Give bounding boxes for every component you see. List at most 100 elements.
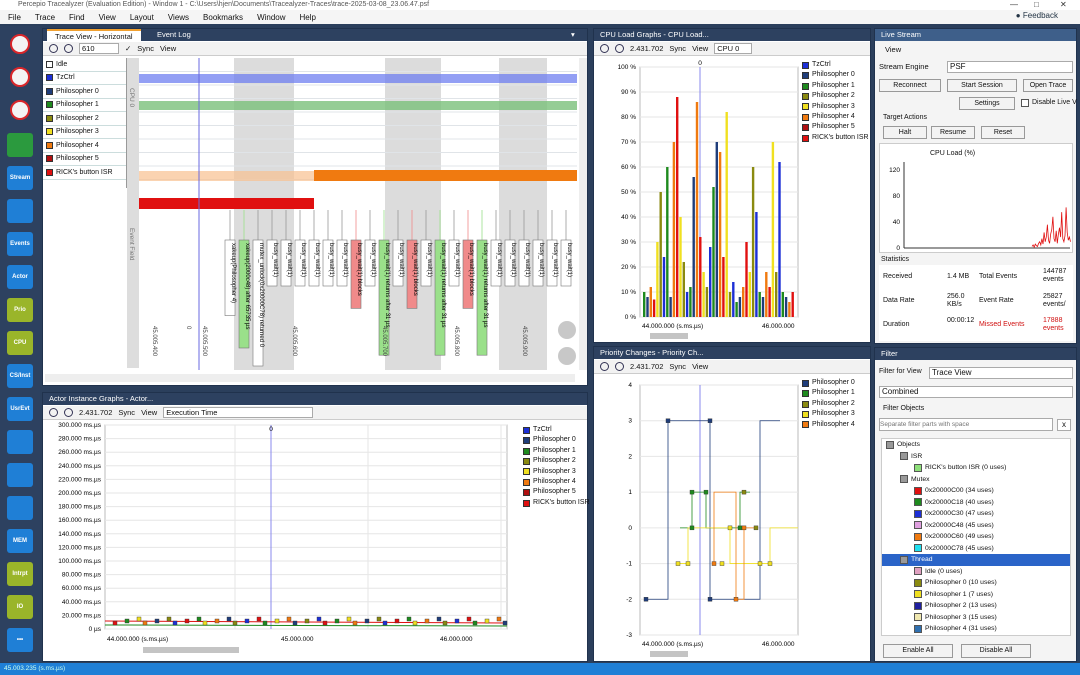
dashboard-icon[interactable] <box>7 133 33 157</box>
menu-item[interactable]: Layout <box>130 13 154 22</box>
stream-icon[interactable]: Stream <box>7 166 33 190</box>
zoom-out-icon[interactable] <box>64 408 73 417</box>
minimize-icon[interactable]: — <box>1010 0 1018 10</box>
intrpt-icon[interactable]: Intrpt <box>7 562 33 586</box>
legend-item[interactable]: Philosopher 0 <box>523 435 590 445</box>
trace-view-icon[interactable] <box>7 199 33 223</box>
legend-item[interactable]: Philosopher 3 <box>523 467 590 477</box>
zoom-input[interactable]: 610 <box>79 43 119 54</box>
legend-item[interactable]: Philosopher 1 <box>523 446 590 456</box>
legend-item[interactable]: TzCtrl <box>802 60 869 70</box>
actor-row[interactable]: RICK's button ISR <box>43 166 126 180</box>
legend-item[interactable]: Philosopher 2 <box>802 91 869 101</box>
cpu-load-chart[interactable]: 100 % 90 % 80 % 70 % 60 % 50 % 40 % 30 % 20 % 10 … <box>594 57 800 343</box>
zoom-out-icon[interactable] <box>615 362 624 371</box>
close-icon[interactable]: ✕ <box>1060 0 1067 10</box>
tree-node[interactable]: Philosopher 4 (31 uses) <box>882 623 1070 635</box>
tree-node[interactable]: Philosopher 1 (7 uses) <box>882 589 1070 601</box>
legend-item[interactable]: Philosopher 4 <box>523 477 590 487</box>
legend-item[interactable]: Philosopher 4 <box>802 112 869 122</box>
actor-icon[interactable]: Actor <box>7 265 33 289</box>
tree-node[interactable]: ISR <box>882 451 1070 463</box>
clear-filter-icon[interactable]: x <box>1057 419 1071 431</box>
resume-button[interactable]: Resume <box>931 126 975 139</box>
view-menu[interactable]: View <box>692 44 708 53</box>
csinst-icon[interactable]: CS/Inst <box>7 364 33 388</box>
legend-item[interactable]: Philosopher 1 <box>802 388 855 398</box>
start-session-button[interactable]: Start Session <box>947 79 1017 92</box>
disable-live-checkbox[interactable] <box>1021 99 1029 107</box>
legend-item[interactable]: Philosopher 2 <box>523 456 590 466</box>
zoom-in-icon[interactable] <box>600 362 609 371</box>
sync-icon[interactable]: ✓ <box>125 44 131 53</box>
stream-engine-select[interactable]: PSF <box>947 61 1073 73</box>
legend-item[interactable]: Philosopher 3 <box>802 409 855 419</box>
menu-item[interactable]: Window <box>257 13 285 22</box>
tree-node[interactable]: 0x20000C78 (45 uses) <box>882 543 1070 555</box>
legend-item[interactable]: Philosopher 2 <box>802 399 855 409</box>
stop-icon[interactable] <box>10 67 30 87</box>
filter-tree[interactable]: Objects ISR RICK's button ISR (0 uses) Mute… <box>881 438 1071 636</box>
legend-item[interactable]: TzCtrl <box>523 425 590 435</box>
metric-select[interactable]: Execution Time <box>163 407 314 418</box>
menu-item[interactable]: Trace <box>35 13 55 22</box>
enable-all-button[interactable]: Enable All <box>883 644 953 658</box>
trace-horizontal-scrollbar[interactable] <box>45 374 575 382</box>
legend-item[interactable]: Philosopher 1 <box>802 81 869 91</box>
tree-node[interactable]: Idle (0 uses) <box>882 566 1070 578</box>
reconnect-button[interactable]: Reconnect <box>879 79 941 92</box>
more-icon[interactable]: ••• <box>7 628 33 652</box>
memory-icon[interactable]: MEM <box>7 529 33 553</box>
actor-row[interactable]: TzCtrl <box>43 72 126 85</box>
actor-instance-chart[interactable]: 300.000 ms.µs 280.000 ms.µs 260.000 ms.µs 2… <box>43 421 589 661</box>
actor-row[interactable]: Philosopher 3 <box>43 126 126 139</box>
legend-item[interactable]: Philosopher 4 <box>802 420 855 430</box>
view-menu[interactable]: View <box>160 44 176 53</box>
view-menu[interactable]: View <box>692 362 708 371</box>
tree-node[interactable]: RICK's button ISR (0 uses) <box>882 462 1070 474</box>
tree-node[interactable]: 0x20000C18 (40 uses) <box>882 497 1070 509</box>
tab-event-log[interactable]: Event Log <box>149 29 199 41</box>
record-icon[interactable] <box>10 34 30 54</box>
panel-menu-icon[interactable]: ▾ ✕ <box>563 29 587 51</box>
usrevt-icon[interactable]: UsrEvt <box>7 397 33 421</box>
sync-button[interactable]: Sync <box>118 408 135 417</box>
feedback-button[interactable]: ● Feedback <box>1016 11 1072 20</box>
tree-node[interactable]: 0x20000C60 (49 uses) <box>882 531 1070 543</box>
flow-icon[interactable] <box>7 463 33 487</box>
tree-node[interactable]: Philosopher 0 (10 uses) <box>882 577 1070 589</box>
legend-item[interactable]: RICK's button ISR <box>523 498 590 508</box>
tree-node[interactable]: Philosopher 2 (13 uses) <box>882 600 1070 612</box>
menu-item[interactable]: Help <box>300 13 316 22</box>
prio-icon[interactable]: Prio <box>7 298 33 322</box>
tree-node[interactable]: Philosopher 3 (15 uses) <box>882 612 1070 624</box>
legend-item[interactable]: Philosopher 3 <box>802 102 869 112</box>
cpu-icon[interactable]: CPU <box>7 331 33 355</box>
filter-search-input[interactable] <box>879 418 1053 431</box>
zoom-in-icon[interactable] <box>49 44 58 53</box>
time-field[interactable]: 2.431.702 <box>79 408 112 417</box>
io-icon[interactable]: IO <box>7 595 33 619</box>
disable-all-button[interactable]: Disable All <box>961 644 1031 658</box>
actor-row[interactable]: Philosopher 1 <box>43 99 126 112</box>
legend-item[interactable]: Philosopher 5 <box>523 487 590 497</box>
halt-button[interactable]: Halt <box>883 126 927 139</box>
live-stream-view-menu[interactable]: View <box>885 45 901 54</box>
events-icon[interactable]: Events <box>7 232 33 256</box>
zoom-out-icon[interactable] <box>64 44 73 53</box>
time-field[interactable]: 2.431.702 <box>630 44 663 53</box>
diagram-icon[interactable] <box>7 430 33 454</box>
sync-button[interactable]: Sync <box>137 44 154 53</box>
tree-node[interactable]: 0x20000C30 (47 uses) <box>882 508 1070 520</box>
menu-item[interactable]: File <box>8 13 21 22</box>
maximize-icon[interactable]: □ <box>1034 0 1039 10</box>
tree-node[interactable]: Mutex <box>882 474 1070 486</box>
sync-button[interactable]: Sync <box>669 362 686 371</box>
combined-select[interactable]: Combined <box>879 386 1073 398</box>
actor-row[interactable]: Philosopher 0 <box>43 85 126 99</box>
trace-timeline[interactable]: xakeup(Philosopher 4) xakeup(2000c48) aft… <box>139 58 577 370</box>
menu-item[interactable]: View <box>99 13 116 22</box>
actor-row[interactable]: Idle <box>43 58 126 72</box>
open-trace-button[interactable]: Open Trace <box>1023 79 1073 92</box>
sync-button[interactable]: Sync <box>669 44 686 53</box>
